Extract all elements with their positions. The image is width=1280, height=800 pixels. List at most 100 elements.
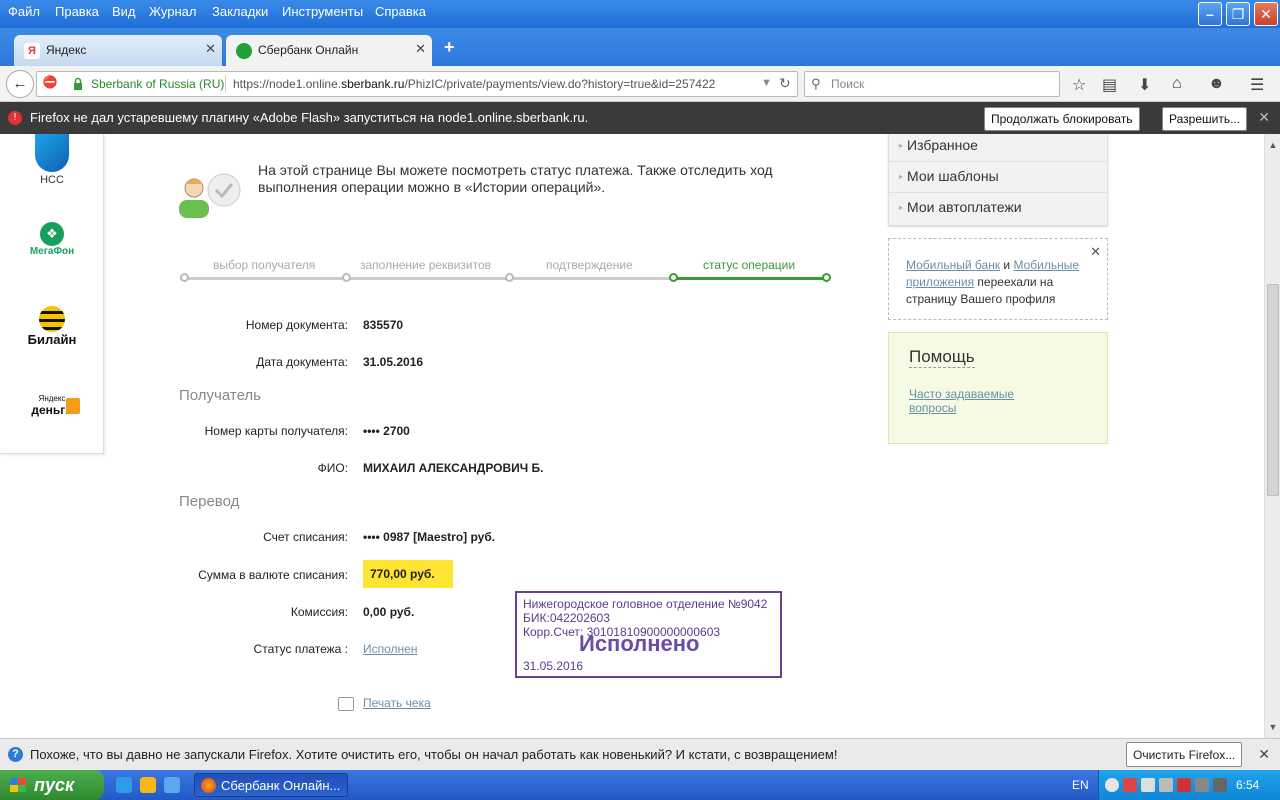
help-title[interactable]: Помощь <box>909 347 975 368</box>
faq-link[interactable]: Часто задаваемые вопросы <box>909 387 1049 415</box>
close-window-icon[interactable]: ✕ <box>1254 2 1278 26</box>
refresh-notification-bar: ? Похоже, что вы давно не запускали Fire… <box>0 738 1280 770</box>
tray-arrow-icon[interactable] <box>1105 778 1119 792</box>
plugin-notification-bar: ! Firefox не дал устаревшему плагину «Ad… <box>0 102 1280 134</box>
step-dot <box>822 273 831 282</box>
brand-megafon[interactable]: ❖ МегаФон <box>0 222 104 257</box>
sberbank-favicon-icon <box>236 43 252 59</box>
close-icon[interactable]: ✕ <box>1090 243 1101 260</box>
lock-icon[interactable] <box>73 78 83 90</box>
allow-plugin-button[interactable]: Разрешить... <box>1162 107 1248 131</box>
home-icon[interactable]: ⌂ <box>1172 75 1182 93</box>
page-content: НСС ❖ МегаФон Билайн Яндекс деньги На эт… <box>0 134 1264 738</box>
menu-edit[interactable]: Правка <box>55 4 99 19</box>
hello-chat-icon[interactable]: ☻ <box>1208 75 1225 93</box>
menu-bookmarks[interactable]: Закладки <box>212 4 268 19</box>
document-date: 31.05.2016 <box>363 355 424 369</box>
ie-quicklaunch-icon[interactable] <box>116 777 132 793</box>
windows-logo-icon <box>10 778 26 792</box>
start-button[interactable]: пуск <box>0 770 104 800</box>
blocked-plugin-icon[interactable]: ⛔ <box>41 75 59 93</box>
menu-templates[interactable]: ▸ Мои шаблоны <box>889 162 1107 193</box>
tray-antivirus-icon[interactable] <box>1123 778 1137 792</box>
tray-device-icon[interactable] <box>1195 778 1209 792</box>
menu-help[interactable]: Справка <box>375 4 426 19</box>
url-bar[interactable]: ⛔ Sberbank of Russia (RU) https://node1.… <box>36 71 798 97</box>
wallet-icon <box>66 398 80 414</box>
stamp-bik: БИК:042202603 <box>523 611 610 625</box>
menu-view[interactable]: Вид <box>112 4 136 19</box>
fee-value: 0,00 руб. <box>363 605 415 619</box>
close-tab-icon[interactable]: ✕ <box>415 41 426 57</box>
close-icon[interactable]: ✕ <box>1258 109 1270 126</box>
reload-icon[interactable]: ↻ <box>779 75 791 92</box>
keep-blocking-button[interactable]: Продолжать блокировать <box>984 107 1140 131</box>
tab-label: Сбербанк Онлайн <box>258 43 359 57</box>
search-placeholder: Поиск <box>831 77 865 91</box>
hamburger-menu-icon[interactable]: ☰ <box>1250 75 1264 95</box>
menu-tools[interactable]: Инструменты <box>282 4 363 19</box>
mobile-bank-link[interactable]: Мобильный банк <box>906 258 1000 272</box>
transfer-section-title: Перевод <box>179 493 240 510</box>
step-fill-details: заполнение реквизитов <box>360 258 492 272</box>
clock[interactable]: 6:54 <box>1236 778 1259 792</box>
amount-value: 770,00 руб. <box>363 560 453 588</box>
status-link[interactable]: Исполнен <box>363 642 417 656</box>
menu-history[interactable]: Журнал <box>149 4 196 19</box>
menu-favorites[interactable]: ▸ Избранное <box>889 134 1107 162</box>
menu-item-label: Мои автоплатежи <box>907 199 1022 215</box>
step-dot <box>342 273 351 282</box>
menu-item-label: Мои шаблоны <box>907 168 999 184</box>
scroll-up-icon[interactable]: ▲ <box>1266 138 1280 152</box>
brand-label: деньги <box>31 403 73 417</box>
info-tip: ✕ Мобильный банк и Мобильные приложения … <box>888 238 1108 320</box>
taskbar-firefox-window[interactable]: Сбербанк Онлайн... <box>194 773 348 797</box>
bullet-icon: ▸ <box>899 141 904 150</box>
tray-volume-icon[interactable] <box>1159 778 1173 792</box>
print-receipt-link[interactable]: Печать чека <box>363 696 431 710</box>
close-tab-icon[interactable]: ✕ <box>205 41 216 57</box>
document-number: 835570 <box>363 318 404 332</box>
media-player-quicklaunch-icon[interactable] <box>140 777 156 793</box>
search-bar[interactable]: ⚲ Поиск <box>804 71 1060 97</box>
question-icon: ? <box>8 747 23 762</box>
tab-label: Яндекс <box>46 43 87 57</box>
brand-yandex-money[interactable]: Яндекс деньги <box>0 394 104 417</box>
recipient-name-row: ФИО: МИХАИЛ АЛЕКСАНДРОВИЧ Б. <box>0 459 860 479</box>
tray-shield-icon[interactable] <box>1177 778 1191 792</box>
minimize-icon[interactable]: – <box>1198 2 1222 26</box>
page-scrollbar[interactable]: ▲ ▼ <box>1264 134 1280 738</box>
url-text[interactable]: https://node1.online.sberbank.ru/PhizIC/… <box>233 77 753 91</box>
menu-file[interactable]: Файл <box>8 4 40 19</box>
show-desktop-icon[interactable] <box>164 777 180 793</box>
card-number: •••• 2700 <box>363 424 410 438</box>
field-label: Статус платежа : <box>253 642 348 656</box>
bookmark-star-icon[interactable]: ☆ <box>1072 75 1086 95</box>
back-button[interactable]: ← <box>6 70 34 98</box>
brand-label: Яндекс <box>38 394 66 403</box>
tray-network-icon[interactable] <box>1141 778 1155 792</box>
stamp-branch: Нижегородское головное отделение №9042 <box>523 597 768 611</box>
site-identity[interactable]: Sberbank of Russia (RU) <box>91 77 224 91</box>
refresh-firefox-button[interactable]: Очистить Firefox... <box>1126 742 1243 767</box>
reading-list-icon[interactable]: ▤ <box>1102 75 1117 95</box>
new-tab-icon[interactable]: + <box>444 37 455 58</box>
brand-nss[interactable]: НСС <box>0 134 104 186</box>
close-icon[interactable]: ✕ <box>1258 746 1270 763</box>
url-suffix: /PhizIC/private/payments/view.do?history… <box>404 77 716 91</box>
tray-monitor-icon[interactable] <box>1213 778 1227 792</box>
restore-icon[interactable]: ❐ <box>1226 2 1250 26</box>
menu-autopayments[interactable]: ▸ Мои автоплатежи <box>889 193 1107 224</box>
navigation-toolbar: ⛔ Sberbank of Russia (RU) https://node1.… <box>0 66 1280 102</box>
scroll-down-icon[interactable]: ▼ <box>1266 720 1280 734</box>
language-indicator[interactable]: EN <box>1072 778 1089 792</box>
scroll-thumb[interactable] <box>1267 284 1279 496</box>
stamp-date: 31.05.2016 <box>523 659 584 673</box>
downloads-icon[interactable]: ⬇ <box>1138 75 1151 95</box>
url-dropdown-icon[interactable]: ▼ <box>761 77 772 89</box>
bank-stamp: Нижегородское головное отделение №9042 Б… <box>515 591 782 678</box>
tab-yandex[interactable]: Я Яндекс ✕ <box>14 35 222 66</box>
url-domain: sberbank.ru <box>341 77 405 91</box>
firefox-icon <box>201 778 216 793</box>
tab-sberbank[interactable]: Сбербанк Онлайн ✕ <box>226 35 432 66</box>
